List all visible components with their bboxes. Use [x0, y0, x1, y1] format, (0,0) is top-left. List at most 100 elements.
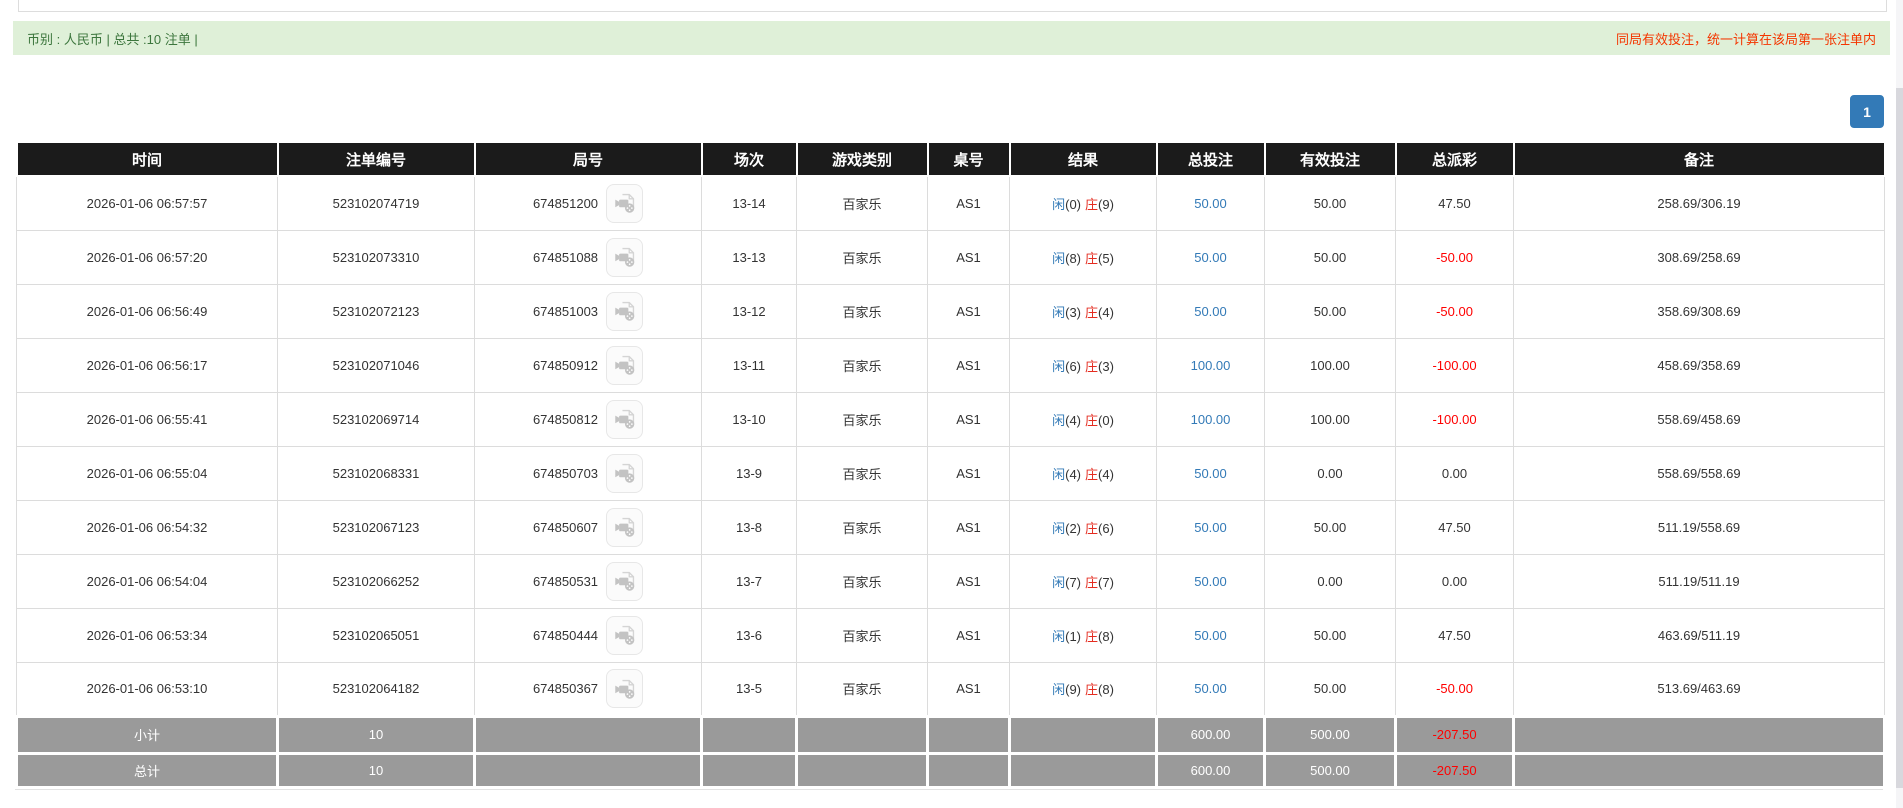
result-player-score: (4): [1065, 466, 1081, 482]
bet-records-table: 时间 注单编号 局号 场次 游戏类别 桌号 结果 总投注 有效投注 总派彩 备注…: [15, 141, 1886, 790]
cell-session: 13-12: [701, 283, 797, 339]
total-bet-link[interactable]: 50.00: [1194, 466, 1227, 481]
round-number: 674850607: [532, 519, 599, 535]
result-player-label: 闲: [1052, 574, 1066, 590]
page-scrollbar[interactable]: [1896, 0, 1903, 808]
cell-result: 闲(2) 庄(6): [1009, 499, 1157, 555]
result-player-label: 闲: [1052, 412, 1066, 428]
cell-time: 2026-01-06 06:57:20: [16, 229, 278, 285]
cell-game-type: 百家乐: [796, 175, 928, 231]
subtotal-valid-bet: 500.00: [1263, 714, 1397, 755]
cell-payout: 0.00: [1395, 553, 1514, 609]
cell-game-type: 百家乐: [796, 607, 928, 663]
result-player-score: (9): [1065, 682, 1081, 697]
table-row: 2026-01-06 06:57:57 523102074719 6748512…: [16, 175, 1885, 231]
cell-payout: -50.00: [1395, 661, 1514, 717]
video-replay-icon: [614, 409, 634, 429]
video-replay-button[interactable]: [606, 669, 644, 708]
cell-total-bet: 50.00: [1156, 445, 1265, 501]
table-row: 2026-01-06 06:56:49 523102072123 6748510…: [16, 283, 1885, 339]
result-banker-label: 庄: [1085, 574, 1099, 590]
cell-time: 2026-01-06 06:57:57: [16, 175, 278, 231]
table-header: 时间 注单编号 局号 场次 游戏类别 桌号 结果 总投注 有效投注 总派彩 备注: [15, 141, 1886, 177]
total-bet-link[interactable]: 100.00: [1191, 358, 1231, 373]
result-player-score: (7): [1065, 574, 1081, 590]
table-row: 2026-01-06 06:54:32 523102067123 6748506…: [16, 499, 1885, 555]
round-number: 674851003: [532, 303, 599, 319]
video-replay-button[interactable]: [606, 453, 644, 493]
total-count: 10: [276, 751, 476, 789]
table-row: 2026-01-06 06:56:17 523102071046 6748509…: [16, 337, 1885, 393]
cell-session: 13-9: [701, 445, 797, 501]
video-replay-icon: [614, 571, 634, 591]
cell-bet-no: 523102065051: [277, 607, 475, 663]
cell-note: 458.69/358.69: [1513, 337, 1885, 393]
cell-valid-bet: 100.00: [1264, 337, 1396, 393]
bet-records-page: 币别 : 人民币 | 总共 :10 注单 | 同局有效投注，统一计算在该局第一张…: [0, 0, 1903, 808]
subtotal-label: 小计: [15, 714, 279, 755]
cell-bet-no: 523102073310: [277, 229, 475, 285]
cell-total-bet: 100.00: [1156, 337, 1265, 393]
total-bet-link[interactable]: 50.00: [1194, 628, 1227, 643]
cell-time: 2026-01-06 06:54:32: [16, 499, 278, 555]
total-bet-link[interactable]: 50.00: [1194, 196, 1227, 211]
total-bet-link[interactable]: 50.00: [1194, 250, 1227, 265]
cell-time: 2026-01-06 06:55:04: [16, 445, 278, 501]
cell-time: 2026-01-06 06:54:04: [16, 553, 278, 609]
scrollbar-thumb[interactable]: [1896, 88, 1903, 788]
col-header-table-no: 桌号: [926, 141, 1011, 177]
total-bet-link[interactable]: 100.00: [1191, 412, 1231, 427]
result-banker-score: (3): [1098, 358, 1114, 374]
video-replay-icon: [614, 517, 634, 537]
video-replay-icon: [614, 625, 634, 645]
page-1-button[interactable]: 1: [1850, 95, 1884, 128]
result-player-label: 闲: [1052, 520, 1066, 536]
video-replay-button[interactable]: [606, 345, 644, 385]
total-row: 总计 10 600.00 500.00 -207.50: [15, 751, 1886, 789]
video-replay-button[interactable]: [606, 507, 644, 547]
cell-round-no: 674850607: [474, 499, 702, 555]
video-replay-button[interactable]: [606, 291, 644, 331]
video-replay-button[interactable]: [606, 237, 644, 277]
cell-time: 2026-01-06 06:56:49: [16, 283, 278, 339]
result-player-score: (3): [1065, 304, 1081, 320]
cell-game-type: 百家乐: [796, 499, 928, 555]
cell-table-no: AS1: [927, 607, 1010, 663]
video-replay-button[interactable]: [606, 561, 644, 601]
video-replay-button[interactable]: [606, 615, 644, 655]
cell-valid-bet: 50.00: [1264, 607, 1396, 663]
total-bet-link[interactable]: 50.00: [1194, 304, 1227, 319]
col-header-game-type: 游戏类别: [795, 141, 929, 177]
col-header-bet-no: 注单编号: [276, 141, 476, 177]
cell-round-no: 674851003: [474, 283, 702, 339]
video-replay-button[interactable]: [606, 399, 644, 439]
result-banker-label: 庄: [1085, 358, 1099, 374]
cell-round-no: 674850912: [474, 337, 702, 393]
cell-round-no: 674850703: [474, 445, 702, 501]
currency-summary-text: 币别 : 人民币 | 总共 :10 注单 |: [27, 31, 198, 47]
round-number: 674850912: [532, 357, 599, 373]
cell-result: 闲(4) 庄(0): [1009, 391, 1157, 447]
cell-valid-bet: 50.00: [1264, 283, 1396, 339]
result-banker-label: 庄: [1085, 682, 1099, 697]
video-replay-button[interactable]: [606, 183, 644, 223]
round-number: 674850703: [532, 465, 599, 481]
subtotal-row: 小计 10 600.00 500.00 -207.50: [15, 714, 1886, 755]
result-player-label: 闲: [1052, 250, 1066, 266]
result-banker-label: 庄: [1085, 466, 1099, 482]
table-footer: 小计 10 600.00 500.00 -207.50 总计 10 600.00…: [15, 714, 1886, 789]
total-bet-link[interactable]: 50.00: [1194, 681, 1227, 696]
cell-game-type: 百家乐: [796, 445, 928, 501]
total-bet-link[interactable]: 50.00: [1194, 520, 1227, 535]
result-player-score: (2): [1065, 520, 1081, 536]
total-bet-link[interactable]: 50.00: [1194, 574, 1227, 589]
cell-note: 558.69/558.69: [1513, 445, 1885, 501]
round-number: 674850812: [532, 411, 599, 427]
info-bar: 币别 : 人民币 | 总共 :10 注单 | 同局有效投注，统一计算在该局第一张…: [13, 21, 1890, 55]
cell-payout: 47.50: [1395, 607, 1514, 663]
cell-session: 13-11: [701, 337, 797, 393]
result-player-label: 闲: [1052, 628, 1066, 644]
cell-payout: -50.00: [1395, 229, 1514, 285]
result-banker-label: 庄: [1085, 520, 1099, 536]
cell-note: 511.19/558.69: [1513, 499, 1885, 555]
